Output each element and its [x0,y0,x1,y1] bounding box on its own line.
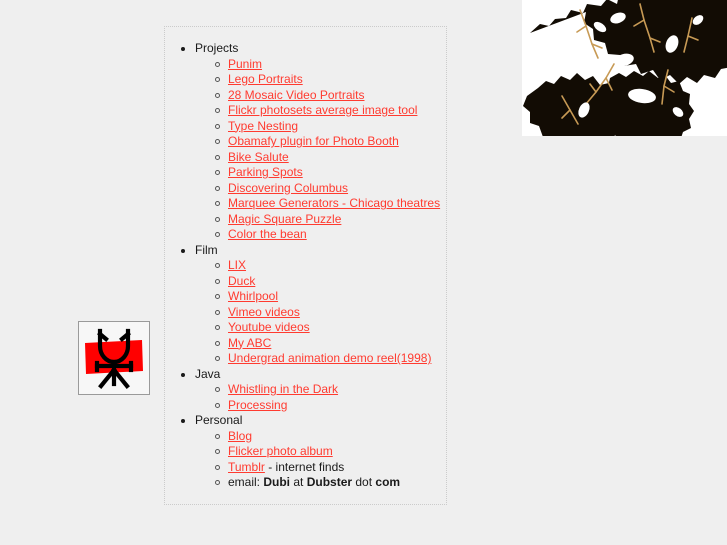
link-parking-spots[interactable]: Parking Spots [228,165,303,179]
link-tumblr[interactable]: Tumblr [228,460,265,474]
leaves-silhouette-icon [522,0,727,136]
section-film: Film LIX Duck Whirlpool Vimeo videos Youtube … [165,243,446,367]
list-item[interactable]: Whirlpool [215,289,446,305]
list-item: email: Dubi at Dubster dot com [215,475,446,491]
link-lego-portraits[interactable]: Lego Portraits [228,72,303,86]
link-duck[interactable]: Duck [228,274,255,288]
site-logo[interactable] [78,321,150,395]
email-part-text: dot [352,475,376,489]
section-items: Whistling in the Dark Processing [195,382,446,413]
link-color-the-bean[interactable]: Color the bean [228,227,307,241]
list-item[interactable]: Whistling in the Dark [215,382,446,398]
link-youtube-videos[interactable]: Youtube videos [228,320,310,334]
email-part-bold: com [375,475,401,489]
list-item[interactable]: Flickr photosets average image tool [215,103,446,119]
list-item[interactable]: Processing [215,398,446,414]
email-part-bold: Dubi [263,475,291,489]
list-item[interactable]: Type Nesting [215,119,446,135]
link-discovering-columbus[interactable]: Discovering Columbus [228,181,348,195]
email-part-text: at [290,475,307,489]
link-magic-square-puzzle[interactable]: Magic Square Puzzle [228,212,341,226]
email-part-text: email: [228,475,264,489]
link-28-mosaic-video-portraits[interactable]: 28 Mosaic Video Portraits [228,88,365,102]
link-whirlpool[interactable]: Whirlpool [228,289,278,303]
section-personal: Personal Blog Flicker photo album Tumblr -… [165,413,446,491]
leaves-photo [522,0,727,136]
list-item[interactable]: 28 Mosaic Video Portraits [215,88,446,104]
link-obamafy-plugin-for-photo-booth[interactable]: Obamafy plugin for Photo Booth [228,134,399,148]
link-bike-salute[interactable]: Bike Salute [228,150,289,164]
list-item[interactable]: Tumblr - internet finds [215,459,446,476]
section-label: Java [181,367,446,383]
list-item[interactable]: Lego Portraits [215,72,446,88]
list-item[interactable]: Flicker photo album [215,444,446,460]
list-item[interactable]: Color the bean [215,227,446,243]
link-processing[interactable]: Processing [228,398,287,412]
list-item[interactable]: My ABC [215,336,446,352]
section-java: Java Whistling in the Dark Processing [165,367,446,414]
section-items: Blog Flicker photo album Tumblr - interne… [195,429,446,491]
section-items: Punim Lego Portraits 28 Mosaic Video Portr… [195,57,446,243]
list-item[interactable]: Blog [215,429,446,445]
link-whistling-in-the-dark[interactable]: Whistling in the Dark [228,382,338,396]
section-label: Film [181,243,446,259]
list-item[interactable]: Obamafy plugin for Photo Booth [215,134,446,150]
content-panel: Projects Punim Lego Portraits 28 Mosaic Vid… [164,26,447,505]
list-item[interactable]: LIX [215,258,446,274]
site-index-list: Projects Punim Lego Portraits 28 Mosaic Vid… [165,27,446,491]
link-suffix-text: - internet finds [264,459,345,474]
list-item[interactable]: Parking Spots [215,165,446,181]
list-item[interactable]: Bike Salute [215,150,446,166]
section-label: Projects [181,41,446,57]
link-lix[interactable]: LIX [228,258,246,272]
list-item[interactable]: Magic Square Puzzle [215,212,446,228]
email-part-bold: Dubster [306,475,353,489]
link-vimeo-videos[interactable]: Vimeo videos [228,305,300,319]
list-item[interactable]: Discovering Columbus [215,181,446,197]
link-my-abc[interactable]: My ABC [228,336,271,350]
stickman-logo-icon [79,322,149,394]
section-items: LIX Duck Whirlpool Vimeo videos Youtube vide… [195,258,446,367]
section-label: Personal [181,413,446,429]
link-blog[interactable]: Blog [228,429,252,443]
list-item[interactable]: Vimeo videos [215,305,446,321]
link-flicker-photo-album[interactable]: Flicker photo album [228,444,333,458]
link-punim[interactable]: Punim [228,57,262,71]
link-undergrad-animation-demo-reel-1998[interactable]: Undergrad animation demo reel(1998) [228,351,431,365]
section-projects: Projects Punim Lego Portraits 28 Mosaic Vid… [165,41,446,243]
link-type-nesting[interactable]: Type Nesting [228,119,298,133]
list-item[interactable]: Duck [215,274,446,290]
list-item[interactable]: Punim [215,57,446,73]
list-item[interactable]: Youtube videos [215,320,446,336]
link-flickr-photosets-average-image-tool[interactable]: Flickr photosets average image tool [228,103,417,117]
list-item[interactable]: Undergrad animation demo reel(1998) [215,351,446,367]
link-marquee-generators-chicago-theatres[interactable]: Marquee Generators - Chicago theatres [228,196,440,210]
list-item[interactable]: Marquee Generators - Chicago theatres [215,196,446,212]
